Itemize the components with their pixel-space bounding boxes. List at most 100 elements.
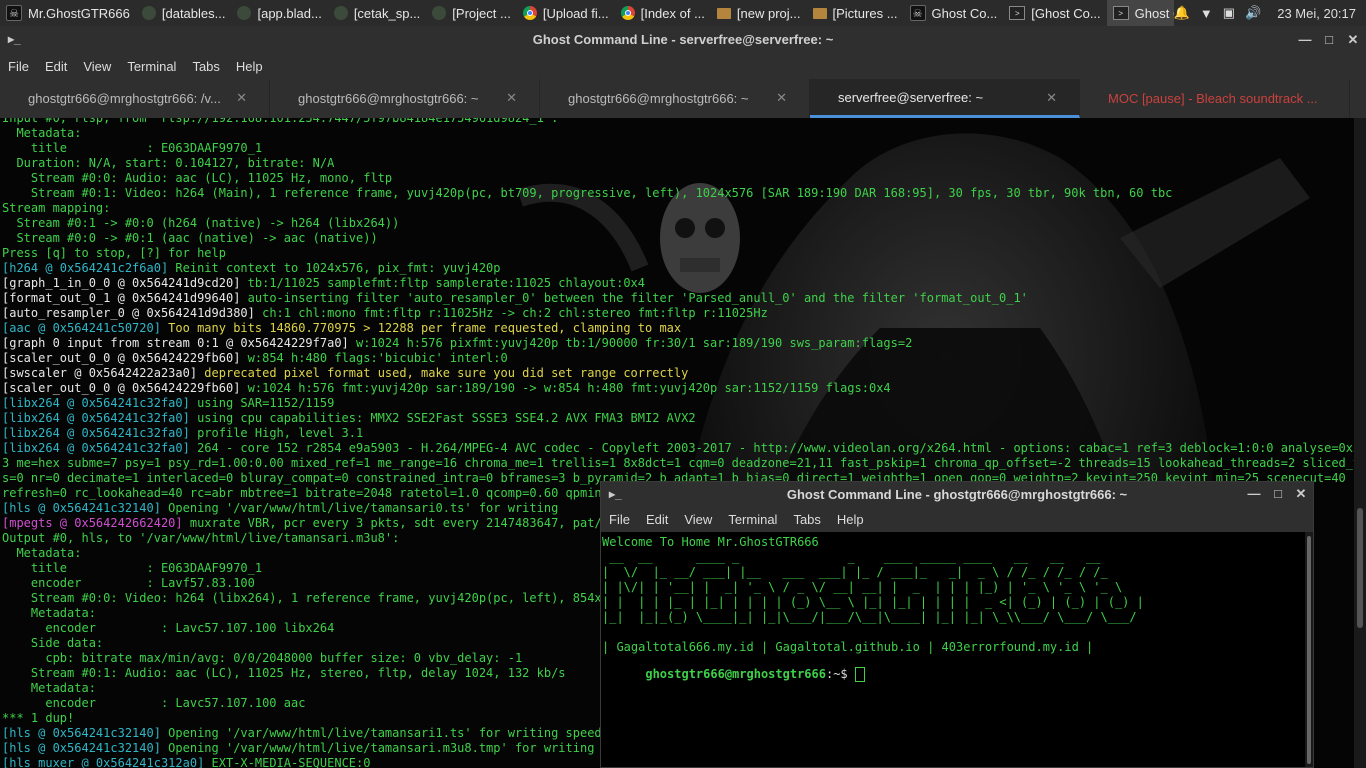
menu-item[interactable]: Tabs	[785, 512, 828, 527]
taskbar-item[interactable]: > [Ghost Co...	[1003, 0, 1106, 26]
app-icon	[141, 6, 156, 20]
window-app-icon[interactable]: ▸_	[8, 32, 21, 46]
taskbar-item[interactable]: ☠ Ghost Co...	[904, 0, 1004, 26]
terminal-line: encoder : Lavf57.83.100	[2, 576, 255, 591]
terminal-line: Stream #0:1 -> #0:0 (h264 (native) -> h2…	[2, 216, 399, 231]
terminal-line: [graph_1_in_0_0 @ 0x564241d9cd20] tb:1/1…	[2, 276, 645, 291]
terminal-line: *** 1 dup!	[2, 711, 74, 726]
taskbar-item[interactable]: [cetak_sp...	[328, 0, 426, 26]
menu-item[interactable]: View	[676, 512, 720, 527]
menu-item[interactable]: Help	[228, 59, 271, 74]
terminal-line: Stream #0:0: Audio: aac (LC), 11025 Hz, …	[2, 171, 392, 186]
taskbar-item[interactable]: [new proj...	[711, 0, 807, 26]
overlay-scrollbar[interactable]	[1305, 532, 1313, 767]
log-text: Press [q] to stop, [?] for help	[2, 246, 226, 260]
terminal-line: Stream #0:0: Video: h264 (libx264), 1 re…	[2, 591, 623, 606]
overlay-terminal-output[interactable]: Welcome To Home Mr.GhostGTR666 __ __ ___…	[601, 532, 1305, 767]
terminal-line: Stream #0:1: Video: h264 (Main), 1 refer…	[2, 186, 1173, 201]
terminal-icon: >	[1009, 6, 1026, 20]
menu-item[interactable]: Help	[829, 512, 872, 527]
overlay-close-icon[interactable]: ✕	[1294, 486, 1308, 502]
tab-4[interactable]: serverfree@serverfree: ~ ✕	[810, 79, 1080, 118]
taskbar-item-label: Mr.GhostGTR666	[28, 5, 130, 21]
menu-item[interactable]: Edit	[37, 59, 75, 74]
taskbar-item[interactable]: [Upload fi...	[517, 0, 615, 26]
scrollbar-thumb[interactable]	[1357, 508, 1363, 628]
log-prefix: [graph_1_in_0_0 @ 0x564241d9cd20]	[2, 276, 241, 290]
menu-item[interactable]: Terminal	[119, 59, 184, 74]
terminal-line: [hls muxer @ 0x564241c312a0] EXT-X-MEDIA…	[2, 756, 370, 768]
overlay-terminal-window[interactable]: ▸_ Ghost Command Line - ghostgtr666@mrgh…	[600, 481, 1314, 768]
menu-item[interactable]: View	[75, 59, 119, 74]
wifi-icon[interactable]: ▼	[1200, 6, 1213, 21]
overlay-window-app-icon[interactable]: ▸_	[609, 487, 622, 501]
taskbar-item[interactable]: ☠ Mr.GhostGTR666	[0, 0, 136, 26]
terminal-line: [h264 @ 0x564241c2f6a0] Reinit context t…	[2, 261, 501, 276]
clock[interactable]: 23 Mei, 20:17	[1277, 6, 1356, 21]
log-prefix: [libx264 @ 0x564241c32fa0]	[2, 426, 190, 440]
overlay-scrollbar-thumb[interactable]	[1307, 536, 1311, 764]
log-text: Opening '/var/www/html/live/tamansari.m3…	[160, 741, 595, 755]
terminal-line: refresh=0 rc_lookahead=40 rc=abr mbtree=…	[2, 486, 616, 501]
tab-close-icon[interactable]: ✕	[1046, 90, 1057, 106]
overlay-maximize-icon[interactable]: □	[1271, 486, 1285, 501]
folder-icon	[812, 7, 827, 19]
taskbar-item[interactable]: [datables...	[136, 0, 232, 26]
taskbar-item-label: [Ghost Co...	[1031, 5, 1101, 21]
volume-icon[interactable]: 🔊	[1245, 5, 1261, 21]
terminal-line: title : E063DAAF9970_1	[2, 561, 262, 576]
terminal-line: title : E063DAAF9970_1	[2, 141, 262, 156]
log-text: Stream #0:0: Audio: aac (LC), 11025 Hz, …	[2, 171, 393, 185]
menu-item[interactable]: Terminal	[720, 512, 785, 527]
menu-item[interactable]: Tabs	[184, 59, 227, 74]
menu-item[interactable]: File	[601, 512, 638, 527]
log-prefix: [libx264 @ 0x564241c32fa0]	[2, 441, 190, 455]
close-icon[interactable]: ✕	[1346, 32, 1360, 48]
overlay-window-titlebar[interactable]: ▸_ Ghost Command Line - ghostgtr666@mrgh…	[601, 482, 1313, 507]
taskbar-item-label: [Pictures ...	[832, 5, 898, 21]
tab-5[interactable]: MOC [pause] - Bleach soundtrack ...	[1080, 79, 1350, 118]
log-text: refresh=0 rc_lookahead=40 rc=abr mbtree=…	[2, 486, 617, 500]
system-tray: 🔔 ▼ ▣ 🔊 23 Mei, 20:17	[1173, 0, 1366, 26]
notification-bell-icon[interactable]: 🔔	[1174, 5, 1190, 21]
text-cursor	[854, 667, 865, 682]
taskbar-item-label: [Index of ...	[640, 5, 705, 21]
window-titlebar[interactable]: ▸_ Ghost Command Line - serverfree@serve…	[0, 26, 1366, 53]
terminal-line: Press [q] to stop, [?] for help	[2, 246, 226, 261]
log-text: 3 me=hex subme=7 psy=1 psy_rd=1.00:0.00 …	[2, 456, 1354, 470]
taskbar-item[interactable]: [Project ...	[426, 0, 517, 26]
tab-label: serverfree@serverfree: ~	[838, 89, 984, 105]
log-text: using cpu capabilities: MMX2 SSE2Fast SS…	[189, 411, 696, 425]
terminal-scrollbar[interactable]	[1354, 118, 1366, 768]
terminal-line: Stream mapping:	[2, 201, 110, 216]
overlay-minimize-icon[interactable]: —	[1247, 486, 1261, 501]
taskbar-item[interactable]: [app.blad...	[231, 0, 327, 26]
tab-2[interactable]: ghostgtr666@mrghostgtr666: ~ ✕	[270, 79, 540, 118]
taskbar-item[interactable]: [Pictures ...	[807, 0, 904, 26]
maximize-icon[interactable]: □	[1322, 32, 1336, 47]
menu-item[interactable]: Edit	[638, 512, 676, 527]
taskbar-item-label: [datables...	[161, 5, 226, 21]
log-text: Stream mapping:	[2, 201, 111, 215]
tab-label: ghostgtr666@mrghostgtr666: /v...	[28, 91, 221, 106]
tab-3[interactable]: ghostgtr666@mrghostgtr666: ~ ✕	[540, 79, 810, 118]
log-text: encoder : Lavc57.107.100 libx264	[2, 621, 335, 635]
terminal-line: Metadata:	[2, 681, 96, 696]
taskbar-item-label: [cetak_sp...	[353, 5, 421, 21]
terminal-line: [auto_resampler_0 @ 0x564241d9d380] ch:1…	[2, 306, 768, 321]
terminal-line: [libx264 @ 0x564241c32fa0] using SAR=115…	[2, 396, 334, 411]
tab-close-icon[interactable]: ✕	[776, 90, 787, 106]
log-prefix: [scaler_out_0_0 @ 0x56424229fb60]	[2, 351, 241, 365]
ghost-icon: ☠	[6, 5, 22, 21]
log-prefix: [format_out_0_1 @ 0x564241d99640]	[2, 291, 241, 305]
taskbar-item[interactable]: [Index of ...	[615, 0, 711, 26]
battery-icon[interactable]: ▣	[1223, 5, 1235, 21]
terminal-line: Input #0, rtsp, from 'rtsp://192.168.101…	[2, 118, 558, 126]
tab-1[interactable]: ghostgtr666@mrghostgtr666: /v... ✕	[0, 79, 270, 118]
minimize-icon[interactable]: —	[1298, 32, 1312, 47]
shell-prompt-line[interactable]: ghostgtr666@mrghostgtr666:~$	[602, 652, 865, 697]
tab-close-icon[interactable]: ✕	[236, 90, 247, 106]
log-text: 264 - core 152 r2854 e9a5903 - H.264/MPE…	[189, 441, 1354, 455]
tab-close-icon[interactable]: ✕	[506, 90, 517, 106]
menu-item[interactable]: File	[0, 59, 37, 74]
